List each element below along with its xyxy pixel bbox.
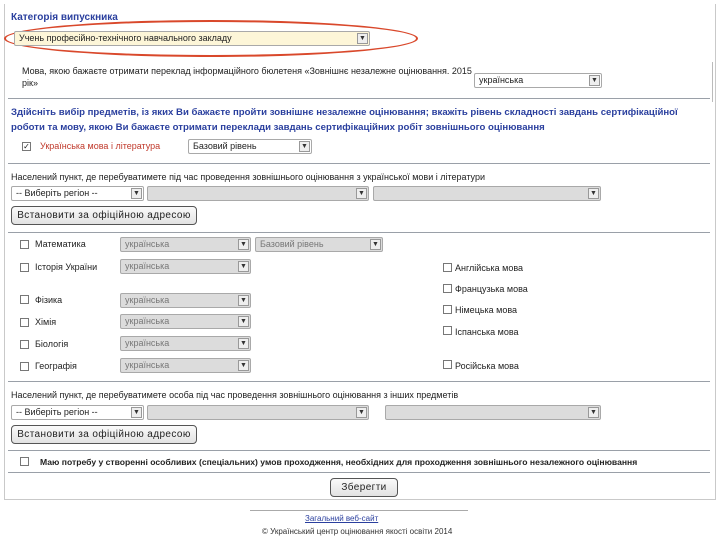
other-region-select[interactable]: -- Виберіть регіон -- ▼ [11, 405, 144, 420]
dropdown-arrow-icon: ▼ [131, 188, 142, 199]
biology-language-value: українська [125, 338, 170, 348]
history-language-select[interactable]: українська ▼ [120, 259, 251, 274]
divider [8, 98, 710, 99]
math-level-value: Базовий рівень [260, 239, 324, 249]
russian-label: Російська мова [455, 361, 519, 371]
ukrainian-official-address-button[interactable]: Встановити за офіційною адресою [11, 206, 197, 225]
footer-link[interactable]: Загальний веб-сайт [305, 514, 378, 523]
spanish-label: Іспанська мова [455, 327, 519, 337]
english-label: Англійська мова [455, 263, 524, 273]
geography-label: Географія [35, 361, 77, 371]
physics-label: Фізика [35, 295, 63, 305]
russian-checkbox[interactable] [443, 360, 452, 369]
save-button[interactable]: Зберегти [330, 478, 398, 497]
history-label: Історія України [35, 262, 98, 272]
dropdown-arrow-icon: ▼ [238, 295, 249, 306]
ukrainian-subject-label: Українська мова і література [40, 141, 161, 151]
physics-language-select[interactable]: українська ▼ [120, 293, 251, 308]
special-conditions-checkbox[interactable] [20, 457, 29, 466]
category-select-value: Учень професійно-технічного навчального … [19, 33, 232, 43]
history-checkbox[interactable] [20, 263, 29, 272]
dropdown-arrow-icon: ▼ [588, 407, 599, 418]
other-official-address-button[interactable]: Встановити за офіційною адресою [11, 425, 197, 444]
ukrainian-location-label: Населений пункт, де перебуватимете під ч… [11, 172, 485, 182]
dropdown-arrow-icon: ▼ [299, 141, 310, 152]
dropdown-arrow-icon: ▼ [238, 316, 249, 327]
other-region-value: -- Виберіть регіон -- [16, 407, 98, 417]
dropdown-arrow-icon: ▼ [131, 407, 142, 418]
math-label: Математика [35, 239, 86, 249]
french-checkbox[interactable] [443, 284, 452, 293]
dropdown-arrow-icon: ▼ [238, 360, 249, 371]
ukrainian-checkbox[interactable]: ✓ [22, 142, 31, 151]
translation-language-select[interactable]: українська ▼ [474, 73, 602, 88]
biology-checkbox[interactable] [20, 340, 29, 349]
geography-language-value: українська [125, 360, 170, 370]
biology-label: Біологія [35, 339, 69, 349]
geography-checkbox[interactable] [20, 362, 29, 371]
dropdown-arrow-icon: ▼ [238, 239, 249, 250]
chemistry-checkbox[interactable] [20, 318, 29, 327]
math-checkbox[interactable] [20, 240, 29, 249]
ukrainian-city-select[interactable]: ▼ [373, 186, 601, 201]
ukrainian-region-value: -- Виберіть регіон -- [16, 188, 98, 198]
history-language-value: українська [125, 261, 170, 271]
divider [8, 472, 710, 473]
german-label: Німецька мова [455, 305, 518, 315]
chemistry-language-value: українська [125, 316, 170, 326]
scrollbar[interactable] [712, 62, 718, 102]
other-location-label: Населений пункт, де перебуватимете особа… [11, 390, 459, 400]
chemistry-language-select[interactable]: українська ▼ [120, 314, 251, 329]
translation-question: Мова, якою бажаєте отримати переклад інф… [22, 66, 472, 76]
special-conditions-label: Маю потребу у створенні особливих (спеці… [40, 457, 638, 467]
divider [8, 232, 710, 233]
dropdown-arrow-icon: ▼ [588, 188, 599, 199]
category-select[interactable]: Учень професійно-технічного навчального … [14, 31, 370, 46]
math-language-select[interactable]: українська ▼ [120, 237, 251, 252]
math-level-select[interactable]: Базовий рівень ▼ [255, 237, 383, 252]
dropdown-arrow-icon: ▼ [238, 261, 249, 272]
divider [8, 450, 710, 451]
dropdown-arrow-icon: ▼ [356, 407, 367, 418]
dropdown-arrow-icon: ▼ [356, 188, 367, 199]
math-language-value: українська [125, 239, 170, 249]
physics-checkbox[interactable] [20, 295, 29, 304]
subjects-title-line2: роботи та мову, якою Ви бажаєте отримати… [11, 122, 545, 133]
divider [8, 381, 710, 382]
german-checkbox[interactable] [443, 305, 452, 314]
dropdown-arrow-icon: ▼ [370, 239, 381, 250]
other-city-select[interactable]: ▼ [385, 405, 601, 420]
dropdown-arrow-icon: ▼ [238, 338, 249, 349]
geography-language-select[interactable]: українська ▼ [120, 358, 251, 373]
physics-language-value: українська [125, 295, 170, 305]
translation-question-cont: рік» [22, 78, 38, 88]
translation-language-value: українська [479, 75, 524, 85]
spanish-checkbox[interactable] [443, 326, 452, 335]
category-title: Категорія випускника [11, 12, 118, 23]
other-district-select[interactable]: ▼ [147, 405, 369, 420]
divider [8, 163, 710, 164]
ukrainian-district-select[interactable]: ▼ [147, 186, 369, 201]
biology-language-select[interactable]: українська ▼ [120, 336, 251, 351]
ukrainian-level-select[interactable]: Базовий рівень ▼ [188, 139, 312, 154]
footer-divider [250, 510, 468, 511]
ukrainian-region-select[interactable]: -- Виберіть регіон -- ▼ [11, 186, 144, 201]
dropdown-arrow-icon: ▼ [589, 75, 600, 86]
ukrainian-level-value: Базовий рівень [193, 141, 257, 151]
french-label: Французька мова [455, 284, 528, 294]
subjects-title-line1: Здійсніть вибір предметів, із яких Ви ба… [11, 107, 678, 118]
footer-copyright: © Український центр оцінювання якості ос… [262, 527, 453, 536]
checkmark-icon: ✓ [23, 142, 30, 151]
dropdown-arrow-icon: ▼ [357, 33, 368, 44]
chemistry-label: Хімія [35, 317, 57, 327]
english-checkbox[interactable] [443, 263, 452, 272]
